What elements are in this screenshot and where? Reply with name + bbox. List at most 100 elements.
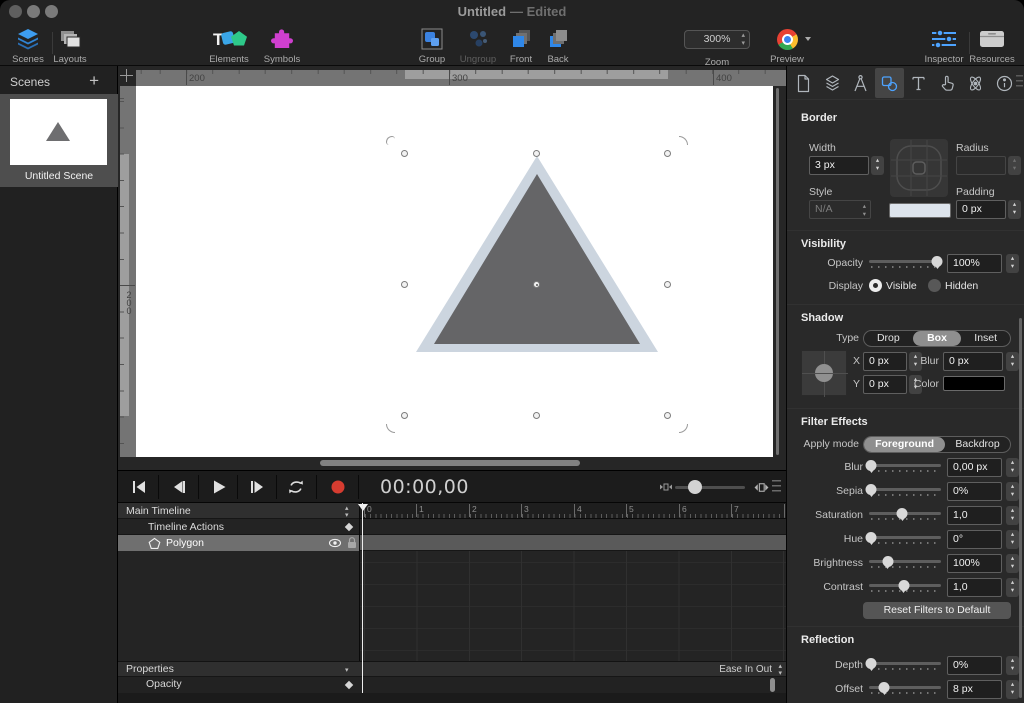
resize-handle-s[interactable] — [533, 412, 540, 419]
slider-thumb[interactable] — [897, 508, 908, 519]
border-width-input[interactable]: 3 px — [809, 156, 869, 175]
border-width-stepper[interactable] — [871, 156, 884, 175]
timeline-zoom-in-icon[interactable] — [751, 477, 771, 497]
border-padding-input[interactable]: 0 px — [956, 200, 1006, 219]
filter-hue-stepper[interactable] — [1006, 530, 1019, 549]
opacity-property-row[interactable]: Opacity — [118, 677, 786, 693]
timeline-vertical-scrollbar[interactable] — [770, 678, 775, 692]
display-hidden-radio[interactable] — [928, 279, 941, 292]
filter-sepia-slider[interactable] — [869, 484, 941, 498]
filter-sepia-input[interactable]: 0% — [947, 482, 1002, 501]
slider-thumb[interactable] — [866, 484, 877, 495]
filter-sepia-stepper[interactable] — [1006, 482, 1019, 501]
filter-blur-stepper[interactable] — [1006, 458, 1019, 477]
tab-text[interactable] — [904, 68, 933, 98]
scene-list-item-selected[interactable]: Untitled Scene — [0, 94, 118, 187]
timeline-zoom-thumb[interactable] — [688, 480, 702, 494]
reflection-offset-input[interactable]: 8 px — [947, 680, 1002, 699]
play-button[interactable] — [208, 477, 228, 497]
tab-metrics[interactable] — [847, 68, 876, 98]
keyframe-diamond-icon[interactable] — [345, 523, 353, 531]
border-style-select[interactable]: N/A▴▾ — [809, 200, 871, 219]
easing-selector[interactable]: Ease In Out — [719, 662, 772, 677]
reflection-depth-input[interactable]: 0% — [947, 656, 1002, 675]
filter-hue-input[interactable]: 0° — [947, 530, 1002, 549]
front-button[interactable]: Front — [503, 27, 539, 65]
resize-handle-sw[interactable] — [401, 412, 408, 419]
ungroup-button[interactable]: Ungroup — [455, 27, 501, 65]
border-corner-selector[interactable] — [889, 138, 949, 198]
polygon-track-selected[interactable] — [359, 535, 786, 551]
border-radius-stepper[interactable] — [1008, 156, 1021, 175]
opacity-slider-thumb[interactable] — [932, 256, 943, 267]
resize-handle-ne[interactable] — [664, 150, 671, 157]
apply-mode-backdrop[interactable]: Backdrop — [945, 437, 1010, 452]
reset-filters-button[interactable]: Reset Filters to Default — [863, 602, 1011, 619]
shadow-blur-input[interactable]: 0 px — [943, 352, 1003, 371]
slider-thumb[interactable] — [879, 682, 890, 693]
canvas-horizontal-scrollbar[interactable] — [320, 460, 580, 466]
shadow-blur-stepper[interactable] — [1006, 352, 1019, 371]
shadow-color-swatch[interactable] — [943, 376, 1005, 391]
filter-blur-slider[interactable] — [869, 460, 941, 474]
filter-brightness-stepper[interactable] — [1006, 554, 1019, 573]
polygon-layer-row[interactable]: Polygon — [118, 535, 359, 551]
slider-thumb[interactable] — [866, 460, 877, 471]
reflection-offset-slider[interactable] — [869, 682, 941, 696]
tab-physics[interactable] — [962, 68, 991, 98]
tab-element[interactable] — [875, 68, 904, 98]
tab-layers[interactable] — [818, 68, 847, 98]
shadow-type-box[interactable]: Box — [913, 331, 962, 346]
lock-icon[interactable] — [345, 536, 359, 549]
polygon-element[interactable] — [136, 86, 773, 457]
timeline-actions-row[interactable]: Timeline Actions — [118, 519, 359, 535]
scene-canvas[interactable] — [136, 86, 773, 457]
tab-identity[interactable] — [990, 68, 1019, 98]
filter-contrast-slider[interactable] — [869, 580, 941, 594]
reflection-depth-slider[interactable] — [869, 658, 941, 672]
easing-selector-arrows-icon[interactable]: ▴▾ — [778, 663, 782, 677]
shadow-type-drop[interactable]: Drop — [864, 331, 913, 346]
timeline-time-ruler[interactable]: 0 1 2 3 4 5 6 7 8 — [359, 503, 786, 519]
resize-handle-w[interactable] — [401, 281, 408, 288]
slider-thumb[interactable] — [866, 658, 877, 669]
tab-action-hand[interactable] — [933, 68, 962, 98]
resize-handle-se[interactable] — [664, 412, 671, 419]
actions-track[interactable] — [359, 519, 786, 535]
border-padding-stepper[interactable] — [1008, 200, 1021, 219]
record-button[interactable] — [328, 477, 348, 497]
shadow-x-input[interactable]: 0 px — [863, 352, 907, 371]
add-scene-button[interactable]: + — [89, 71, 99, 91]
tab-document[interactable] — [789, 68, 818, 98]
timeline-zoom-slider[interactable] — [675, 486, 745, 489]
resources-button[interactable]: Resources — [968, 27, 1016, 65]
opacity-input[interactable]: 100% — [947, 254, 1002, 273]
jump-to-start-button[interactable] — [129, 477, 149, 497]
resize-handle-nw[interactable] — [401, 150, 408, 157]
step-forward-button[interactable] — [247, 477, 267, 497]
filter-saturation-input[interactable]: 1,0 — [947, 506, 1002, 525]
filter-blur-input[interactable]: 0,00 px — [947, 458, 1002, 477]
timeline-zoom-out-icon[interactable] — [656, 477, 676, 497]
filter-contrast-stepper[interactable] — [1006, 578, 1019, 597]
filter-contrast-input[interactable]: 1,0 — [947, 578, 1002, 597]
display-visible-radio[interactable] — [869, 279, 882, 292]
preview-button[interactable]: Preview — [765, 27, 809, 65]
symbols-button[interactable]: Symbols — [258, 27, 306, 65]
preview-dropdown-icon[interactable] — [805, 37, 811, 41]
filter-saturation-slider[interactable] — [869, 508, 941, 522]
border-radius-input[interactable] — [956, 156, 1006, 175]
inspector-scrollbar[interactable] — [1019, 318, 1022, 698]
resize-handle-e[interactable] — [664, 281, 671, 288]
apply-mode-foreground[interactable]: Foreground — [864, 437, 945, 452]
slider-thumb[interactable] — [882, 556, 893, 567]
main-timeline-row[interactable]: Main Timeline ▴▾ — [118, 503, 359, 519]
step-back-button[interactable] — [169, 477, 189, 497]
reflection-offset-stepper[interactable] — [1006, 680, 1019, 699]
border-color-swatch[interactable] — [889, 203, 951, 218]
timeline-selector-icon[interactable]: ▴▾ — [345, 505, 349, 519]
zoom-stepper[interactable]: 300%▴▾ — [684, 30, 750, 49]
shadow-y-input[interactable]: 0 px — [863, 375, 907, 394]
collapse-chevron-icon[interactable]: ▾ — [345, 667, 349, 674]
visibility-eye-icon[interactable] — [328, 538, 342, 548]
